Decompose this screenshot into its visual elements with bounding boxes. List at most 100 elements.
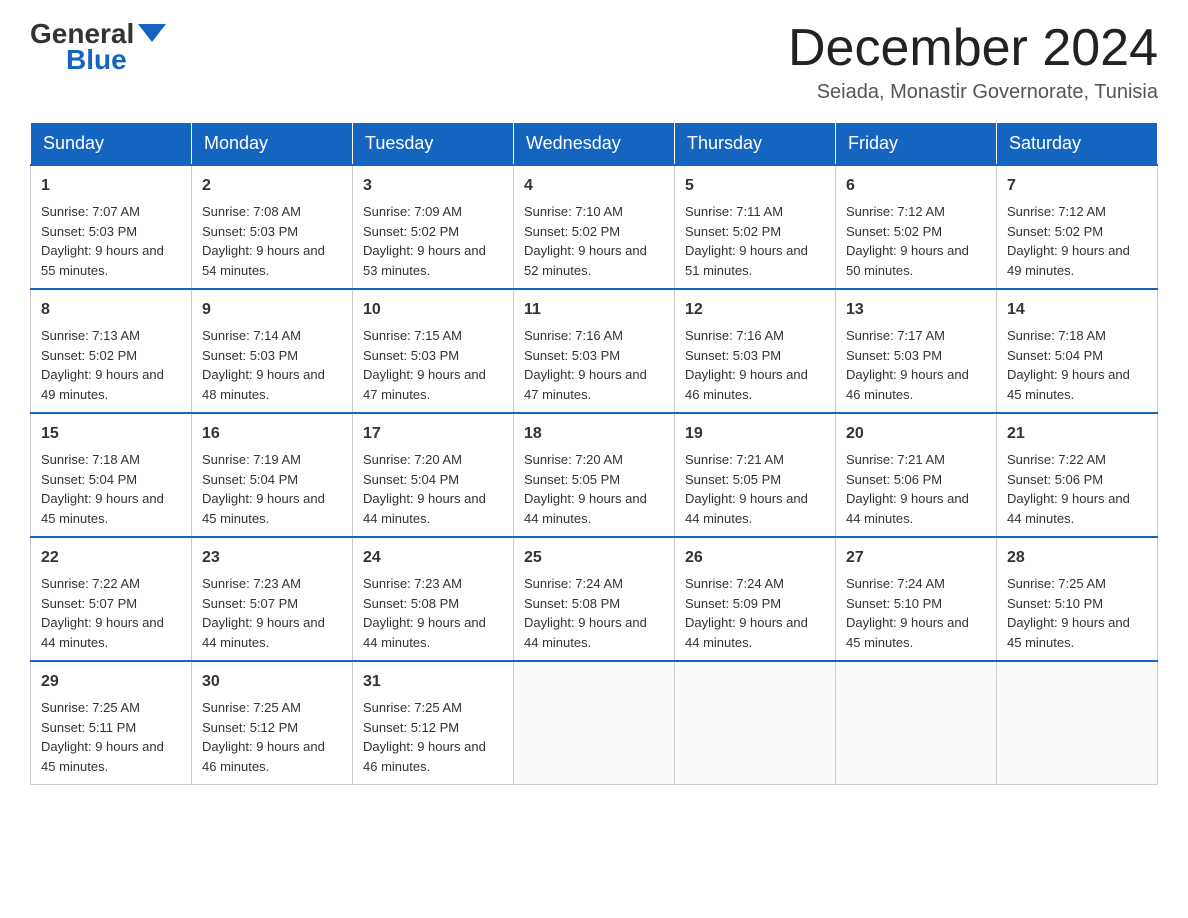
calendar-day-cell — [675, 661, 836, 785]
day-info: Sunrise: 7:13 AMSunset: 5:02 PMDaylight:… — [41, 328, 164, 402]
header: General Blue December 2024 Seiada, Monas… — [30, 20, 1158, 104]
day-number: 23 — [202, 546, 342, 570]
day-number: 27 — [846, 546, 986, 570]
day-info: Sunrise: 7:25 AMSunset: 5:12 PMDaylight:… — [363, 700, 486, 774]
calendar-week-row: 15 Sunrise: 7:18 AMSunset: 5:04 PMDaylig… — [31, 413, 1158, 537]
day-info: Sunrise: 7:12 AMSunset: 5:02 PMDaylight:… — [846, 204, 969, 278]
day-info: Sunrise: 7:22 AMSunset: 5:07 PMDaylight:… — [41, 576, 164, 650]
day-info: Sunrise: 7:14 AMSunset: 5:03 PMDaylight:… — [202, 328, 325, 402]
weekday-header-cell: Friday — [836, 123, 997, 166]
calendar-day-cell: 22 Sunrise: 7:22 AMSunset: 5:07 PMDaylig… — [31, 537, 192, 661]
calendar-day-cell: 26 Sunrise: 7:24 AMSunset: 5:09 PMDaylig… — [675, 537, 836, 661]
day-number: 11 — [524, 298, 664, 322]
day-info: Sunrise: 7:21 AMSunset: 5:05 PMDaylight:… — [685, 452, 808, 526]
weekday-header-cell: Monday — [192, 123, 353, 166]
day-number: 7 — [1007, 174, 1147, 198]
day-number: 26 — [685, 546, 825, 570]
calendar-day-cell: 14 Sunrise: 7:18 AMSunset: 5:04 PMDaylig… — [997, 289, 1158, 413]
day-info: Sunrise: 7:25 AMSunset: 5:12 PMDaylight:… — [202, 700, 325, 774]
day-info: Sunrise: 7:23 AMSunset: 5:08 PMDaylight:… — [363, 576, 486, 650]
day-number: 30 — [202, 670, 342, 694]
calendar-day-cell: 27 Sunrise: 7:24 AMSunset: 5:10 PMDaylig… — [836, 537, 997, 661]
calendar-week-row: 29 Sunrise: 7:25 AMSunset: 5:11 PMDaylig… — [31, 661, 1158, 785]
day-number: 1 — [41, 174, 181, 198]
calendar-day-cell: 30 Sunrise: 7:25 AMSunset: 5:12 PMDaylig… — [192, 661, 353, 785]
calendar-day-cell: 12 Sunrise: 7:16 AMSunset: 5:03 PMDaylig… — [675, 289, 836, 413]
calendar-body: 1 Sunrise: 7:07 AMSunset: 5:03 PMDayligh… — [31, 165, 1158, 785]
calendar-week-row: 22 Sunrise: 7:22 AMSunset: 5:07 PMDaylig… — [31, 537, 1158, 661]
day-info: Sunrise: 7:20 AMSunset: 5:05 PMDaylight:… — [524, 452, 647, 526]
day-info: Sunrise: 7:10 AMSunset: 5:02 PMDaylight:… — [524, 204, 647, 278]
day-info: Sunrise: 7:08 AMSunset: 5:03 PMDaylight:… — [202, 204, 325, 278]
calendar-day-cell: 21 Sunrise: 7:22 AMSunset: 5:06 PMDaylig… — [997, 413, 1158, 537]
calendar-day-cell: 28 Sunrise: 7:25 AMSunset: 5:10 PMDaylig… — [997, 537, 1158, 661]
day-info: Sunrise: 7:21 AMSunset: 5:06 PMDaylight:… — [846, 452, 969, 526]
calendar-day-cell: 4 Sunrise: 7:10 AMSunset: 5:02 PMDayligh… — [514, 165, 675, 289]
calendar-day-cell — [514, 661, 675, 785]
logo-triangle-icon — [138, 24, 166, 42]
day-info: Sunrise: 7:25 AMSunset: 5:10 PMDaylight:… — [1007, 576, 1130, 650]
weekday-header-row: SundayMondayTuesdayWednesdayThursdayFrid… — [31, 123, 1158, 166]
calendar-day-cell: 24 Sunrise: 7:23 AMSunset: 5:08 PMDaylig… — [353, 537, 514, 661]
calendar-day-cell: 17 Sunrise: 7:20 AMSunset: 5:04 PMDaylig… — [353, 413, 514, 537]
day-info: Sunrise: 7:19 AMSunset: 5:04 PMDaylight:… — [202, 452, 325, 526]
calendar-day-cell: 16 Sunrise: 7:19 AMSunset: 5:04 PMDaylig… — [192, 413, 353, 537]
day-number: 10 — [363, 298, 503, 322]
calendar-day-cell: 18 Sunrise: 7:20 AMSunset: 5:05 PMDaylig… — [514, 413, 675, 537]
day-number: 19 — [685, 422, 825, 446]
day-number: 2 — [202, 174, 342, 198]
calendar-day-cell: 11 Sunrise: 7:16 AMSunset: 5:03 PMDaylig… — [514, 289, 675, 413]
day-number: 12 — [685, 298, 825, 322]
calendar-day-cell: 2 Sunrise: 7:08 AMSunset: 5:03 PMDayligh… — [192, 165, 353, 289]
calendar-day-cell: 7 Sunrise: 7:12 AMSunset: 5:02 PMDayligh… — [997, 165, 1158, 289]
calendar-day-cell: 25 Sunrise: 7:24 AMSunset: 5:08 PMDaylig… — [514, 537, 675, 661]
day-number: 29 — [41, 670, 181, 694]
weekday-header-cell: Thursday — [675, 123, 836, 166]
calendar-day-cell: 8 Sunrise: 7:13 AMSunset: 5:02 PMDayligh… — [31, 289, 192, 413]
day-info: Sunrise: 7:20 AMSunset: 5:04 PMDaylight:… — [363, 452, 486, 526]
day-number: 17 — [363, 422, 503, 446]
calendar-day-cell: 10 Sunrise: 7:15 AMSunset: 5:03 PMDaylig… — [353, 289, 514, 413]
day-info: Sunrise: 7:16 AMSunset: 5:03 PMDaylight:… — [685, 328, 808, 402]
day-number: 9 — [202, 298, 342, 322]
day-number: 16 — [202, 422, 342, 446]
calendar-day-cell — [997, 661, 1158, 785]
calendar-day-cell — [836, 661, 997, 785]
day-number: 24 — [363, 546, 503, 570]
day-info: Sunrise: 7:23 AMSunset: 5:07 PMDaylight:… — [202, 576, 325, 650]
day-info: Sunrise: 7:09 AMSunset: 5:02 PMDaylight:… — [363, 204, 486, 278]
day-info: Sunrise: 7:24 AMSunset: 5:08 PMDaylight:… — [524, 576, 647, 650]
calendar-day-cell: 23 Sunrise: 7:23 AMSunset: 5:07 PMDaylig… — [192, 537, 353, 661]
day-info: Sunrise: 7:11 AMSunset: 5:02 PMDaylight:… — [685, 204, 808, 278]
day-info: Sunrise: 7:12 AMSunset: 5:02 PMDaylight:… — [1007, 204, 1130, 278]
calendar-day-cell: 19 Sunrise: 7:21 AMSunset: 5:05 PMDaylig… — [675, 413, 836, 537]
day-info: Sunrise: 7:22 AMSunset: 5:06 PMDaylight:… — [1007, 452, 1130, 526]
day-number: 3 — [363, 174, 503, 198]
day-number: 14 — [1007, 298, 1147, 322]
title-block: December 2024 Seiada, Monastir Governora… — [788, 20, 1158, 104]
day-info: Sunrise: 7:18 AMSunset: 5:04 PMDaylight:… — [1007, 328, 1130, 402]
logo-blue-text: Blue — [66, 44, 127, 76]
day-number: 18 — [524, 422, 664, 446]
day-info: Sunrise: 7:17 AMSunset: 5:03 PMDaylight:… — [846, 328, 969, 402]
weekday-header-cell: Sunday — [31, 123, 192, 166]
day-number: 6 — [846, 174, 986, 198]
day-info: Sunrise: 7:24 AMSunset: 5:10 PMDaylight:… — [846, 576, 969, 650]
calendar-day-cell: 29 Sunrise: 7:25 AMSunset: 5:11 PMDaylig… — [31, 661, 192, 785]
calendar-day-cell: 13 Sunrise: 7:17 AMSunset: 5:03 PMDaylig… — [836, 289, 997, 413]
day-number: 22 — [41, 546, 181, 570]
day-number: 4 — [524, 174, 664, 198]
calendar-day-cell: 31 Sunrise: 7:25 AMSunset: 5:12 PMDaylig… — [353, 661, 514, 785]
day-number: 8 — [41, 298, 181, 322]
day-info: Sunrise: 7:16 AMSunset: 5:03 PMDaylight:… — [524, 328, 647, 402]
weekday-header-cell: Saturday — [997, 123, 1158, 166]
day-number: 13 — [846, 298, 986, 322]
calendar-table: SundayMondayTuesdayWednesdayThursdayFrid… — [30, 122, 1158, 785]
day-number: 28 — [1007, 546, 1147, 570]
day-info: Sunrise: 7:18 AMSunset: 5:04 PMDaylight:… — [41, 452, 164, 526]
calendar-week-row: 1 Sunrise: 7:07 AMSunset: 5:03 PMDayligh… — [31, 165, 1158, 289]
day-info: Sunrise: 7:15 AMSunset: 5:03 PMDaylight:… — [363, 328, 486, 402]
calendar-day-cell: 9 Sunrise: 7:14 AMSunset: 5:03 PMDayligh… — [192, 289, 353, 413]
calendar-day-cell: 6 Sunrise: 7:12 AMSunset: 5:02 PMDayligh… — [836, 165, 997, 289]
day-info: Sunrise: 7:07 AMSunset: 5:03 PMDaylight:… — [41, 204, 164, 278]
